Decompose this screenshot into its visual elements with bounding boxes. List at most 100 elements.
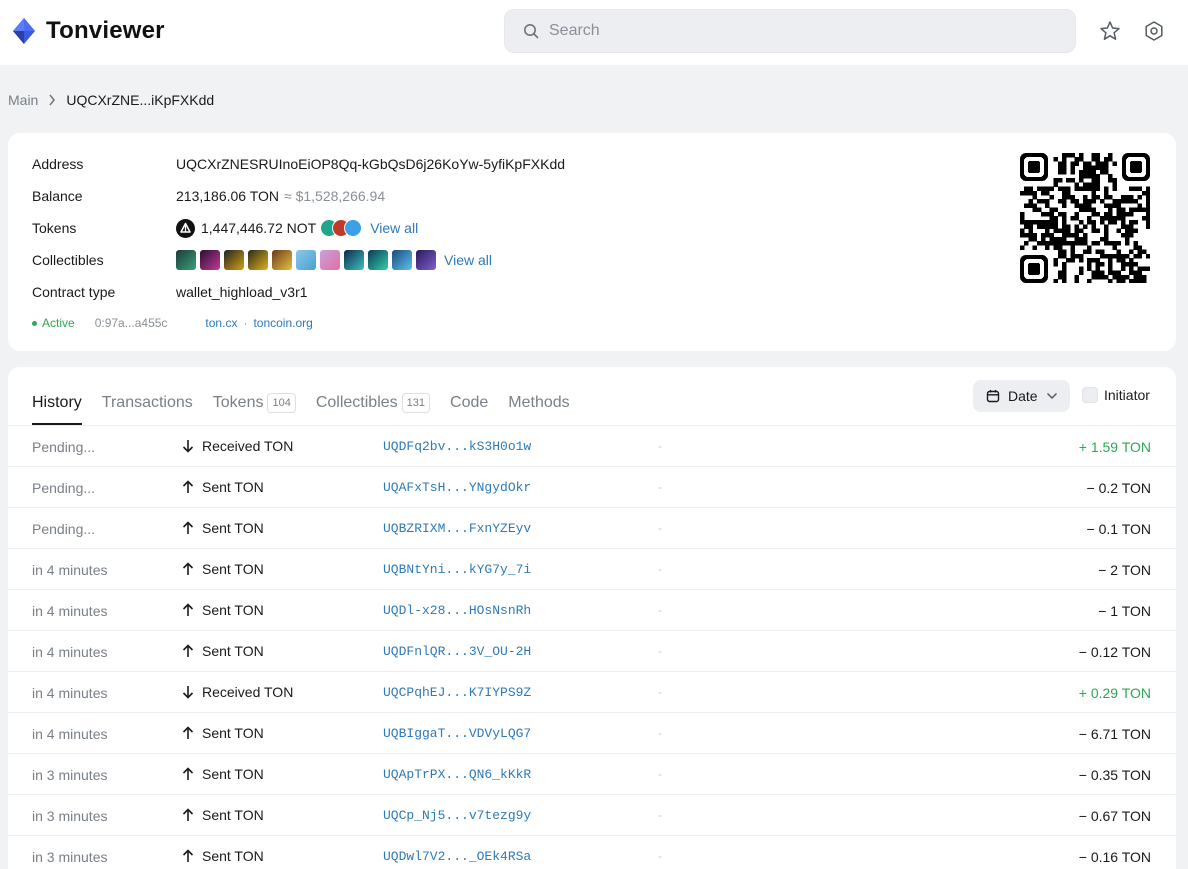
notcoin-token-icon bbox=[176, 218, 195, 238]
row-amount: − 0.1 TON bbox=[1086, 521, 1151, 537]
nft-thumb-icon[interactable] bbox=[320, 250, 340, 270]
date-filter-button[interactable]: Date bbox=[973, 380, 1070, 412]
row-action: Sent TON bbox=[182, 807, 264, 823]
qr-code-icon[interactable] bbox=[1020, 153, 1150, 283]
history-card: History Transactions Tokens 104 Collectib… bbox=[8, 367, 1176, 869]
row-action: Sent TON bbox=[182, 766, 264, 782]
history-row[interactable]: Pending... Received TON UQDFq2bv...kS3H0o1… bbox=[8, 425, 1176, 466]
initiator-checkbox[interactable] bbox=[1082, 387, 1098, 403]
nft-thumb-icon[interactable] bbox=[344, 250, 364, 270]
tab-methods[interactable]: Methods bbox=[508, 381, 569, 425]
link-separator: · bbox=[243, 316, 248, 330]
history-row[interactable]: in 4 minutes Sent TON UQDl-x28...HOsNsnRh -… bbox=[8, 589, 1176, 630]
row-address-link[interactable]: UQAFxTsH...YNgydOkr bbox=[383, 480, 531, 495]
row-amount: − 0.16 TON bbox=[1078, 849, 1151, 865]
address-label: Address bbox=[32, 156, 84, 172]
row-action-label: Received TON bbox=[202, 684, 294, 700]
collectibles-view-all-link[interactable]: View all bbox=[444, 252, 492, 268]
row-action-label: Sent TON bbox=[202, 520, 264, 536]
history-row[interactable]: in 3 minutes Sent TON UQDwl7V2..._OEk4RSa -… bbox=[8, 835, 1176, 869]
date-filter-label: Date bbox=[1008, 388, 1038, 404]
tab-collectibles[interactable]: Collectibles 131 bbox=[316, 381, 431, 425]
tab-history[interactable]: History bbox=[32, 381, 82, 425]
row-time: in 3 minutes bbox=[32, 767, 108, 783]
ton-cx-link[interactable]: ton.cx bbox=[205, 316, 237, 330]
row-amount: − 0.35 TON bbox=[1078, 767, 1151, 783]
row-address-link[interactable]: UQDFnlQR...3V_OU-2H bbox=[383, 644, 531, 659]
nft-thumb-icon[interactable] bbox=[368, 250, 388, 270]
history-row[interactable]: Pending... Sent TON UQAFxTsH...YNgydOkr - − … bbox=[8, 466, 1176, 507]
star-icon[interactable] bbox=[1099, 20, 1121, 42]
history-row[interactable]: in 4 minutes Sent TON UQBNtYni...kYG7y_7i -… bbox=[8, 548, 1176, 589]
diamond-logo-icon bbox=[13, 18, 35, 44]
tokens-value: 1,447,446.72 NOT bbox=[201, 220, 317, 236]
arrow-up-icon bbox=[182, 603, 194, 616]
nft-thumb-icon[interactable] bbox=[200, 250, 220, 270]
arrow-up-icon bbox=[182, 808, 194, 821]
search-bar[interactable] bbox=[504, 9, 1076, 53]
nft-thumb-icon[interactable] bbox=[296, 250, 316, 270]
status-row: Active 0:97a...a455c ton.cx · toncoin.or… bbox=[32, 316, 313, 330]
history-row[interactable]: in 4 minutes Sent TON UQBIggaT...VDVyLQG7 -… bbox=[8, 712, 1176, 753]
tab-transactions[interactable]: Transactions bbox=[102, 381, 193, 425]
row-action-label: Sent TON bbox=[202, 602, 264, 618]
row-comment: - bbox=[658, 644, 662, 658]
active-dot-icon bbox=[32, 320, 37, 326]
row-address-link[interactable]: UQDwl7V2..._OEk4RSa bbox=[383, 849, 531, 864]
row-time: Pending... bbox=[32, 521, 96, 537]
row-address-link[interactable]: UQBNtYni...kYG7y_7i bbox=[383, 562, 531, 577]
tab-tokens[interactable]: Tokens 104 bbox=[213, 381, 296, 425]
row-action-label: Sent TON bbox=[202, 725, 264, 741]
row-address-link[interactable]: UQCp_Nj5...v7tezg9y bbox=[383, 808, 531, 823]
history-row[interactable]: in 4 minutes Sent TON UQDFnlQR...3V_OU-2H -… bbox=[8, 630, 1176, 671]
brand-logo[interactable]: Tonviewer bbox=[12, 17, 165, 45]
row-address-link[interactable]: UQBIggaT...VDVyLQG7 bbox=[383, 726, 531, 741]
row-address-link[interactable]: UQApTrPX...QN6_kKkR bbox=[383, 767, 531, 782]
row-address-link[interactable]: UQDl-x28...HOsNsnRh bbox=[383, 603, 531, 618]
token-blue-icon bbox=[344, 219, 363, 237]
row-address-link[interactable]: UQBZRIXM...FxnYZEyv bbox=[383, 521, 531, 536]
nft-thumb-icon[interactable] bbox=[176, 250, 196, 270]
row-amount: − 1 TON bbox=[1098, 603, 1151, 619]
tokens-label: Tokens bbox=[32, 220, 77, 236]
row-address-link[interactable]: UQDFq2bv...kS3H0o1w bbox=[383, 439, 531, 454]
row-comment: - bbox=[658, 603, 662, 617]
nft-thumb-icon[interactable] bbox=[224, 250, 244, 270]
nft-thumb-icon[interactable] bbox=[248, 250, 268, 270]
history-row[interactable]: in 3 minutes Sent TON UQApTrPX...QN6_kKkR -… bbox=[8, 753, 1176, 794]
row-action: Sent TON bbox=[182, 520, 264, 536]
row-time: in 3 minutes bbox=[32, 849, 108, 865]
row-address-link[interactable]: UQCPqhEJ...K7IYPS9Z bbox=[383, 685, 531, 700]
tab-code[interactable]: Code bbox=[450, 381, 488, 425]
toncoin-org-link[interactable]: toncoin.org bbox=[253, 316, 312, 330]
chevron-down-icon bbox=[1046, 392, 1057, 400]
history-row[interactable]: in 3 minutes Sent TON UQCp_Nj5...v7tezg9y -… bbox=[8, 794, 1176, 835]
breadcrumb-current: UQCXrZNE...iKpFXKdd bbox=[66, 92, 215, 108]
history-row[interactable]: in 4 minutes Received TON UQCPqhEJ...K7IYP… bbox=[8, 671, 1176, 712]
row-comment: - bbox=[658, 767, 662, 781]
tokens-view-all-link[interactable]: View all bbox=[370, 220, 418, 236]
history-row[interactable]: Pending... Sent TON UQBZRIXM...FxnYZEyv - − … bbox=[8, 507, 1176, 548]
row-action: Sent TON bbox=[182, 725, 264, 741]
row-comment: - bbox=[658, 685, 662, 699]
nft-thumb-icon[interactable] bbox=[272, 250, 292, 270]
row-action: Sent TON bbox=[182, 848, 264, 864]
status-badge: Active bbox=[42, 316, 75, 330]
settings-icon[interactable] bbox=[1143, 20, 1165, 42]
initiator-filter[interactable]: Initiator bbox=[1082, 387, 1150, 403]
address-row: Address UQCXrZNESRUInoEiOP8Qq-kGbQsD6j26… bbox=[32, 154, 565, 174]
search-input[interactable] bbox=[549, 22, 1049, 40]
nft-thumb-icon[interactable] bbox=[416, 250, 436, 270]
nft-thumb-icon[interactable] bbox=[392, 250, 412, 270]
address-value[interactable]: UQCXrZNESRUInoEiOP8Qq-kGbQsD6j26KoYw-5yf… bbox=[176, 156, 565, 172]
row-time: in 4 minutes bbox=[32, 562, 108, 578]
tab-count-badge: 104 bbox=[267, 393, 296, 413]
row-comment: - bbox=[658, 521, 662, 535]
breadcrumb-main-link[interactable]: Main bbox=[8, 92, 38, 108]
code-hash[interactable]: 0:97a...a455c bbox=[95, 316, 168, 330]
row-comment: - bbox=[658, 562, 662, 576]
tab-bar: History Transactions Tokens 104 Collectib… bbox=[32, 381, 590, 425]
arrow-up-icon bbox=[182, 480, 194, 493]
row-action-label: Sent TON bbox=[202, 807, 264, 823]
row-time: in 4 minutes bbox=[32, 726, 108, 742]
